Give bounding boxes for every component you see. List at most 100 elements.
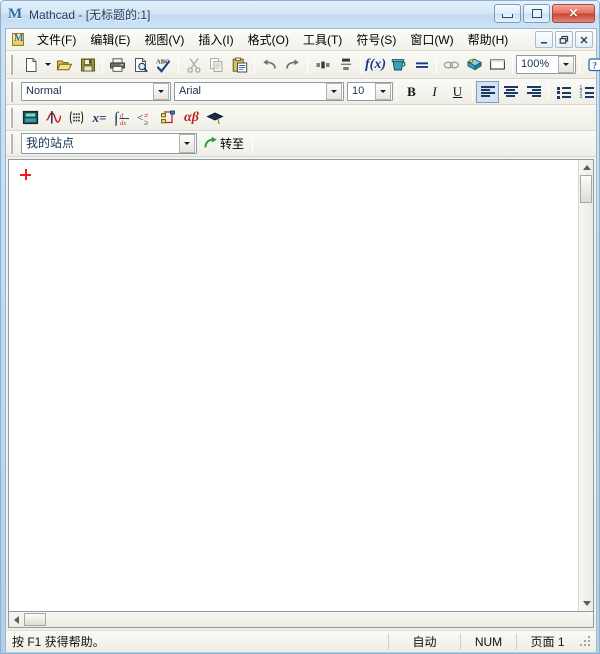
print-preview-icon [134, 57, 148, 72]
redo-icon [286, 58, 299, 69]
cut-icon [186, 57, 201, 73]
copy-button[interactable] [205, 54, 228, 76]
new-document-button[interactable] [19, 54, 42, 76]
copy-icon [209, 57, 222, 72]
menu-window[interactable]: 窗口(W) [403, 30, 460, 50]
symbolic-toolbar-button[interactable] [203, 107, 226, 129]
formatting-toolbar: Normal Arial 10 B I U 1 2 3 [6, 79, 596, 105]
calculate-button[interactable] [410, 54, 433, 76]
evaluation-toolbar-button[interactable]: x= [88, 107, 111, 129]
menu-symbolics[interactable]: 符号(S) [349, 30, 403, 50]
mdi-restore-button[interactable] [555, 31, 573, 48]
close-button[interactable]: × [552, 4, 595, 23]
horizontal-scroll-thumb[interactable] [24, 613, 46, 626]
toolbar-grip[interactable] [9, 107, 16, 128]
font-size-dropdown-button[interactable] [375, 83, 391, 100]
insert-component-icon [467, 57, 482, 70]
menu-tools[interactable]: 工具(T) [296, 30, 349, 50]
menu-help[interactable]: 帮助(H) [461, 30, 516, 50]
chevron-down-icon [380, 90, 386, 93]
svg-text:dx: dx [120, 120, 126, 126]
mdi-minimize-button[interactable] [535, 31, 553, 48]
close-icon: × [568, 6, 579, 21]
toolbar-grip[interactable] [9, 81, 16, 102]
italic-button[interactable]: I [423, 81, 446, 103]
document-icon[interactable] [10, 32, 26, 48]
window-controls: × [494, 4, 595, 23]
save-button[interactable] [76, 54, 99, 76]
zoom-dropdown-button[interactable] [558, 56, 574, 73]
document-area [6, 157, 596, 612]
vertical-scroll-track[interactable] [579, 203, 593, 596]
menu-file[interactable]: 文件(F) [30, 30, 83, 50]
horizontal-scrollbar[interactable] [8, 612, 594, 628]
toolbar-grip[interactable] [9, 133, 16, 154]
help-button[interactable]: ? [583, 54, 600, 76]
calculus-toolbar-button[interactable]: ∫ d dx [111, 107, 134, 129]
title-bar[interactable]: M Mathcad - [无标题的:1] × [1, 1, 599, 28]
align-right-button[interactable] [522, 81, 545, 103]
scroll-down-button[interactable] [579, 596, 594, 611]
print-button[interactable] [106, 54, 129, 76]
calculator-toolbar-button[interactable] [19, 107, 42, 129]
minimize-button[interactable] [494, 4, 521, 23]
new-document-icon [25, 57, 36, 72]
paste-icon [232, 57, 247, 72]
zoom-combo[interactable]: 100% [516, 55, 576, 74]
programming-toolbar-button[interactable] [157, 107, 180, 129]
menu-view[interactable]: 视图(V) [137, 30, 191, 50]
font-dropdown-button[interactable] [326, 83, 342, 100]
cut-button[interactable] [182, 54, 205, 76]
site-dropdown-button[interactable] [179, 134, 195, 153]
insert-component-button[interactable] [463, 54, 486, 76]
undo-button[interactable] [258, 54, 281, 76]
open-button[interactable] [53, 54, 76, 76]
scroll-up-button[interactable] [579, 160, 594, 175]
site-combo[interactable]: 我的站点 [21, 133, 197, 154]
graph-toolbar-button[interactable] [42, 107, 65, 129]
matrix-toolbar-button[interactable] [65, 107, 88, 129]
align-across-icon [316, 61, 329, 68]
insert-hyperlink-button[interactable] [440, 54, 463, 76]
chevron-down-icon [158, 90, 164, 93]
align-center-button[interactable] [499, 81, 522, 103]
menu-format[interactable]: 格式(O) [241, 30, 296, 50]
font-combo[interactable]: Arial [174, 82, 344, 101]
resources-toolbar: 我的站点 转至 [6, 131, 596, 157]
worksheet-canvas[interactable] [9, 160, 578, 611]
vertical-scrollbar[interactable] [578, 160, 593, 611]
numbered-list-button[interactable]: 1 2 3 [575, 81, 598, 103]
document-frame [8, 159, 594, 612]
toolbar-separator [579, 55, 580, 74]
greek-toolbar-button[interactable]: αβ [180, 107, 203, 129]
underline-button[interactable]: U [446, 81, 469, 103]
maximize-icon [531, 9, 542, 18]
align-down-button[interactable] [334, 54, 357, 76]
vertical-scroll-thumb[interactable] [580, 175, 592, 203]
spellcheck-button[interactable]: ABC [152, 54, 175, 76]
maximize-button[interactable] [523, 4, 550, 23]
resize-grip[interactable] [578, 634, 594, 650]
font-size-combo[interactable]: 10 [347, 82, 393, 101]
style-combo[interactable]: Normal [21, 82, 171, 101]
bold-button[interactable]: B [400, 81, 423, 103]
toolbar-grip[interactable] [9, 54, 16, 75]
style-dropdown-button[interactable] [153, 83, 169, 100]
scroll-left-button[interactable] [9, 612, 24, 627]
mdi-close-button[interactable] [575, 31, 593, 48]
insert-function-button[interactable]: f(x) [364, 54, 387, 76]
insert-unit-button[interactable] [387, 54, 410, 76]
align-left-button[interactable] [476, 80, 499, 103]
align-across-button[interactable] [311, 54, 334, 76]
redo-button[interactable] [281, 54, 304, 76]
document-icon-shape [12, 33, 24, 46]
bullet-list-button[interactable] [552, 81, 575, 103]
insert-area-button[interactable] [486, 54, 509, 76]
print-preview-button[interactable] [129, 54, 152, 76]
menu-insert[interactable]: 插入(I) [191, 30, 240, 50]
boolean-toolbar-button[interactable]: < ≠ ≥ [134, 107, 157, 129]
new-document-dropdown[interactable] [42, 54, 53, 76]
go-button[interactable]: 转至 [201, 133, 249, 154]
menu-edit[interactable]: 编辑(E) [83, 30, 137, 50]
paste-button[interactable] [228, 54, 251, 76]
